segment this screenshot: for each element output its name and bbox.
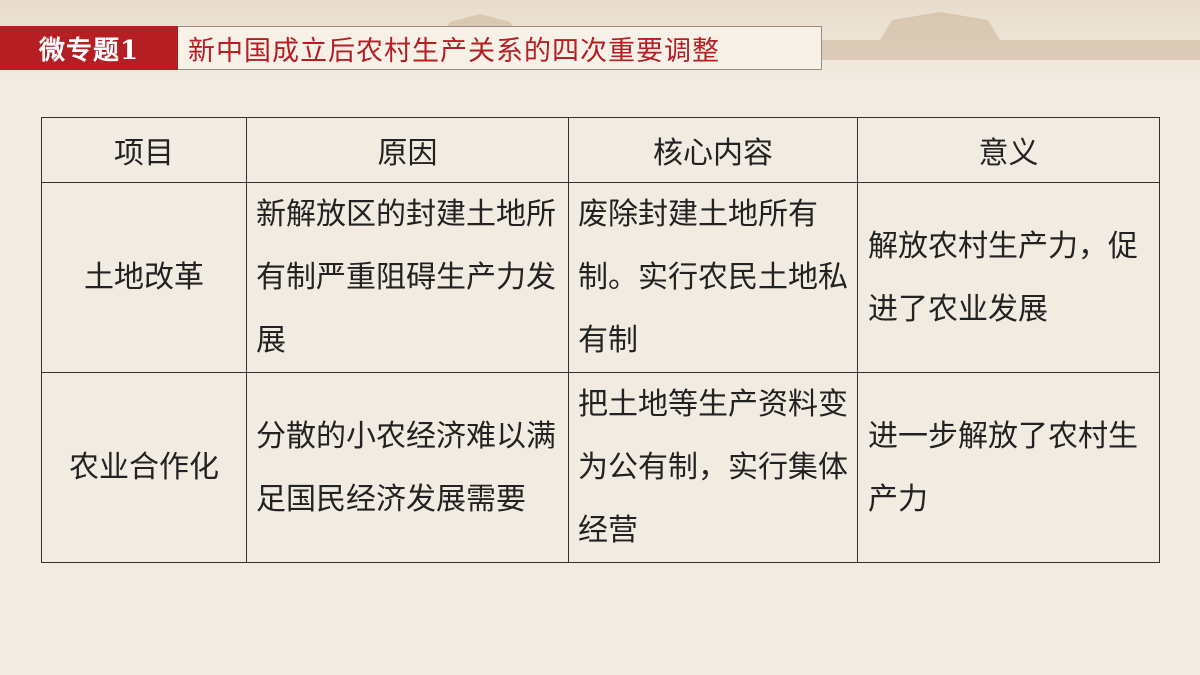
topic-badge: 微专题1 [0, 26, 178, 70]
cell-reason: 分散的小农经济难以满足国民经济发展需要 [246, 372, 569, 563]
cell-meaning: 进一步解放了农村生产力 [857, 372, 1160, 563]
slide-title-bar: 微专题1 新中国成立后农村生产关系的四次重要调整 [0, 26, 822, 70]
table-row: 土地改革 新解放区的封建土地所有制严重阻碍生产力发展 废除封建土地所有制。实行农… [41, 182, 1160, 373]
cell-item: 农业合作化 [41, 372, 247, 563]
column-header-item: 项目 [41, 117, 247, 183]
column-header-content: 核心内容 [568, 117, 858, 183]
table-row: 农业合作化 分散的小农经济难以满足国民经济发展需要 把土地等生产资料变为公有制，… [41, 372, 1160, 563]
cell-item: 土地改革 [41, 182, 247, 373]
column-header-meaning: 意义 [857, 117, 1160, 183]
column-header-reason: 原因 [246, 117, 569, 183]
cell-content: 把土地等生产资料变为公有制，实行集体经营 [568, 372, 858, 563]
cell-meaning: 解放农村生产力，促进了农业发展 [857, 182, 1160, 373]
table-header-row: 项目 原因 核心内容 意义 [41, 117, 1160, 183]
cell-content: 废除封建土地所有制。实行农民土地私有制 [568, 182, 858, 373]
cell-reason: 新解放区的封建土地所有制严重阻碍生产力发展 [246, 182, 569, 373]
slide-title: 新中国成立后农村生产关系的四次重要调整 [178, 26, 822, 70]
adjustments-table: 项目 原因 核心内容 意义 土地改革 新解放区的封建土地所有制严重阻碍生产力发展… [41, 117, 1160, 563]
